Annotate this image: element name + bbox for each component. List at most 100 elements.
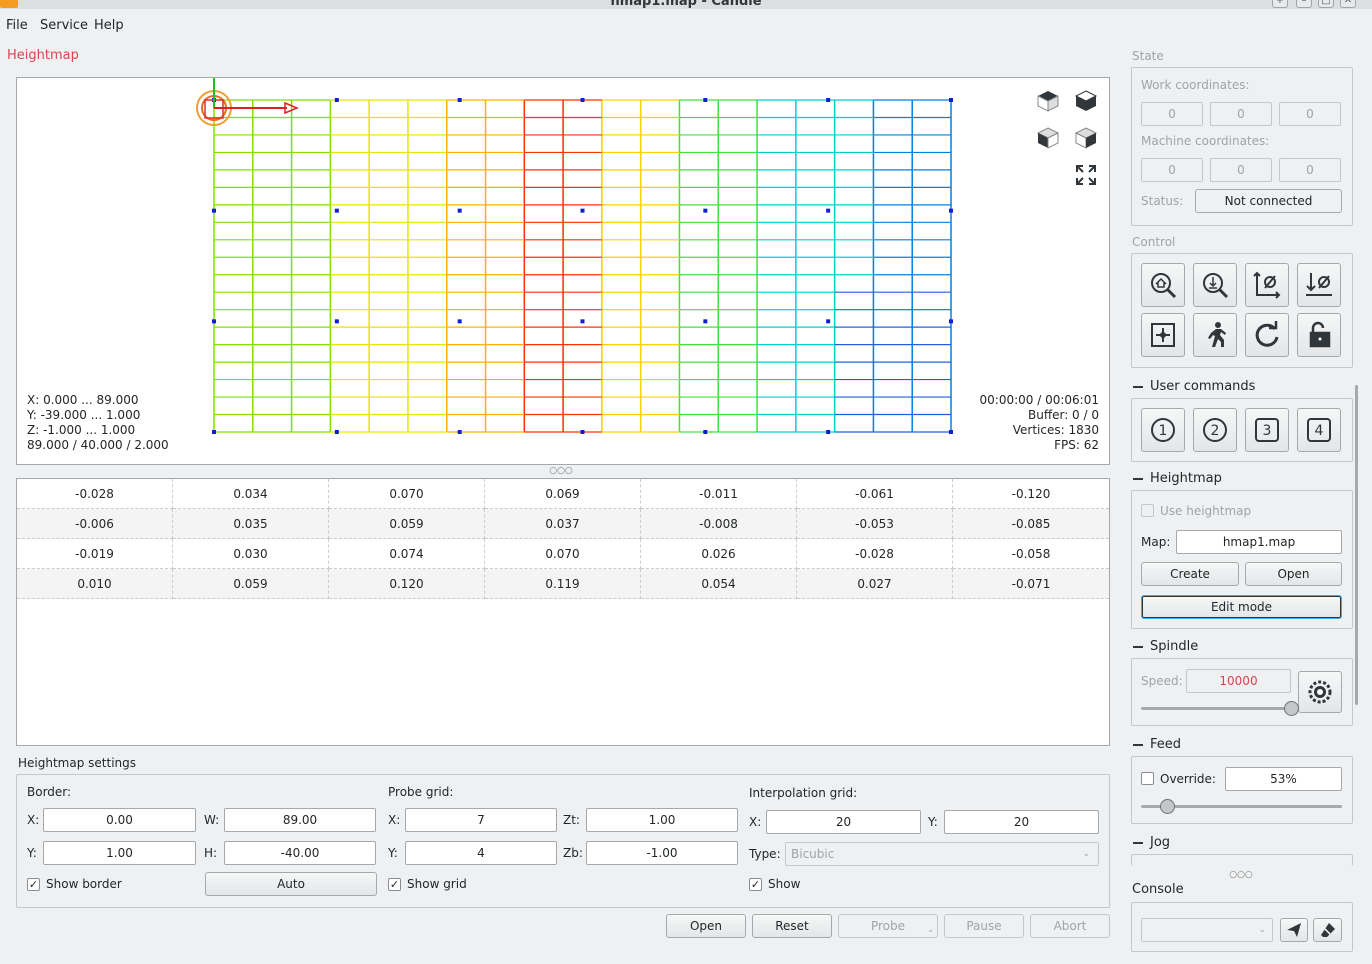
cube-left-view-icon[interactable] [1033, 123, 1063, 153]
table-cell[interactable]: -0.008 [641, 509, 797, 539]
override-checkbox[interactable] [1141, 772, 1154, 785]
table-cell[interactable]: 0.074 [329, 539, 485, 569]
type-select[interactable]: Bicubic ⌄ [785, 842, 1099, 866]
table-cell[interactable]: -0.019 [17, 539, 173, 569]
keep-above-button[interactable]: + [1272, 0, 1288, 8]
user-command-1-label: 1 [1159, 423, 1168, 439]
send-button[interactable] [1280, 918, 1308, 942]
table-cell[interactable]: 0.119 [485, 569, 641, 599]
probe-z-icon[interactable] [1193, 263, 1237, 307]
table-cell[interactable]: 0.030 [173, 539, 329, 569]
probe-zb-input[interactable]: -1.00 [586, 841, 738, 865]
probe-y-input[interactable]: 4 [405, 841, 557, 865]
zero-z-icon[interactable] [1297, 263, 1341, 307]
minimize-button[interactable]: – [1296, 0, 1312, 8]
table-cell[interactable]: 0.070 [485, 539, 641, 569]
probe-point [580, 98, 585, 102]
border-y-label: Y: [27, 846, 37, 860]
dock-scrollbar[interactable] [1355, 385, 1358, 705]
table-cell[interactable]: 0.027 [797, 569, 953, 599]
unlock-icon[interactable] [1297, 313, 1341, 357]
home-icon[interactable] [1141, 263, 1185, 307]
user-command-2-button[interactable]: 2 [1193, 408, 1237, 452]
splitter-handle[interactable]: ○○○ [548, 467, 574, 476]
border-w-input[interactable]: 89.00 [224, 808, 376, 832]
heightmap-3d-view[interactable]: X: 0.000 ... 89.000 Y: -39.000 ... 1.000… [16, 77, 1110, 465]
table-cell[interactable]: 0.037 [485, 509, 641, 539]
open-map-button[interactable]: Open [1245, 562, 1342, 586]
heightmap-table[interactable]: -0.028 0.034 0.070 0.069 -0.011 -0.061 -… [16, 478, 1110, 746]
create-button[interactable]: Create [1141, 562, 1239, 586]
edit-mode-button[interactable]: Edit mode [1141, 595, 1342, 619]
safe-position-icon[interactable] [1193, 313, 1237, 357]
menu-file[interactable]: File [6, 18, 28, 33]
clear-console-button[interactable] [1313, 918, 1342, 942]
cube-iso-view-icon[interactable] [1071, 123, 1101, 153]
table-cell[interactable]: 0.059 [173, 569, 329, 599]
show-grid-checkbox[interactable]: ✓ [388, 878, 401, 891]
table-cell[interactable]: 0.026 [641, 539, 797, 569]
show-grid-label: Show grid [407, 877, 467, 891]
border-y-input[interactable]: 1.00 [43, 841, 196, 865]
collapse-jog-icon[interactable] [1133, 842, 1143, 844]
interp-x-input[interactable]: 20 [766, 810, 921, 834]
table-cell[interactable]: 0.054 [641, 569, 797, 599]
maximize-button[interactable]: □ [1318, 0, 1334, 8]
dock-splitter-handle[interactable]: ○○○ [1228, 870, 1254, 880]
table-cell[interactable]: -0.006 [17, 509, 173, 539]
table-cell[interactable]: 0.059 [329, 509, 485, 539]
table-cell[interactable]: -0.028 [17, 479, 173, 509]
collapse-feed-icon[interactable] [1133, 744, 1143, 746]
table-cell[interactable]: 0.069 [485, 479, 641, 509]
show-interp-checkbox[interactable]: ✓ [749, 878, 762, 891]
probe-point [826, 98, 831, 102]
abort-button[interactable]: Abort [1030, 914, 1110, 938]
override-field[interactable]: 53% [1225, 767, 1342, 791]
pause-button[interactable]: Pause [944, 914, 1024, 938]
interp-y-input[interactable]: 20 [944, 810, 1099, 834]
spindle-slider-track[interactable] [1141, 707, 1291, 710]
reset-button[interactable]: Reset [752, 914, 832, 938]
cube-top-view-icon[interactable] [1033, 86, 1063, 116]
spindle-toggle-button[interactable] [1298, 671, 1342, 713]
table-cell[interactable]: 0.010 [17, 569, 173, 599]
collapse-spindle-icon[interactable] [1133, 646, 1143, 648]
table-cell[interactable]: -0.085 [953, 509, 1109, 539]
table-cell[interactable]: 0.070 [329, 479, 485, 509]
fit-view-icon[interactable] [1071, 160, 1101, 190]
user-command-4-button[interactable]: 4 [1297, 408, 1341, 452]
show-border-checkbox[interactable]: ✓ [27, 878, 40, 891]
table-cell[interactable]: -0.028 [797, 539, 953, 569]
close-button[interactable]: ✕ [1340, 0, 1356, 8]
reset-icon[interactable] [1245, 313, 1289, 357]
probe-button[interactable]: Probe ⌄ [838, 914, 938, 938]
table-cell[interactable]: -0.053 [797, 509, 953, 539]
border-x-input[interactable]: 0.00 [43, 808, 196, 832]
menu-service[interactable]: Service [40, 18, 88, 33]
console-input[interactable]: ⌄ [1141, 918, 1273, 942]
restore-origin-icon[interactable] [1141, 313, 1185, 357]
probe-x-input[interactable]: 7 [405, 808, 557, 832]
menu-help[interactable]: Help [94, 18, 124, 33]
border-h-input[interactable]: -40.00 [224, 841, 376, 865]
collapse-user-commands-icon[interactable] [1133, 386, 1143, 388]
user-command-3-button[interactable]: 3 [1245, 408, 1289, 452]
zero-xy-icon[interactable] [1245, 263, 1289, 307]
open-button[interactable]: Open [666, 914, 746, 938]
cube-front-view-icon[interactable] [1071, 86, 1101, 116]
table-cell[interactable]: 0.120 [329, 569, 485, 599]
table-cell[interactable]: -0.058 [953, 539, 1109, 569]
table-cell[interactable]: -0.071 [953, 569, 1109, 599]
spindle-slider-handle[interactable] [1284, 701, 1299, 716]
table-cell[interactable]: 0.035 [173, 509, 329, 539]
probe-zt-input[interactable]: 1.00 [586, 808, 738, 832]
table-cell[interactable]: -0.061 [797, 479, 953, 509]
use-heightmap-checkbox[interactable] [1141, 504, 1154, 517]
table-cell[interactable]: 0.034 [173, 479, 329, 509]
table-cell[interactable]: -0.011 [641, 479, 797, 509]
map-input[interactable]: hmap1.map [1176, 530, 1342, 554]
table-cell[interactable]: -0.120 [953, 479, 1109, 509]
collapse-heightmap-icon[interactable] [1133, 478, 1143, 480]
user-command-1-button[interactable]: 1 [1141, 408, 1185, 452]
auto-button[interactable]: Auto [205, 872, 377, 896]
